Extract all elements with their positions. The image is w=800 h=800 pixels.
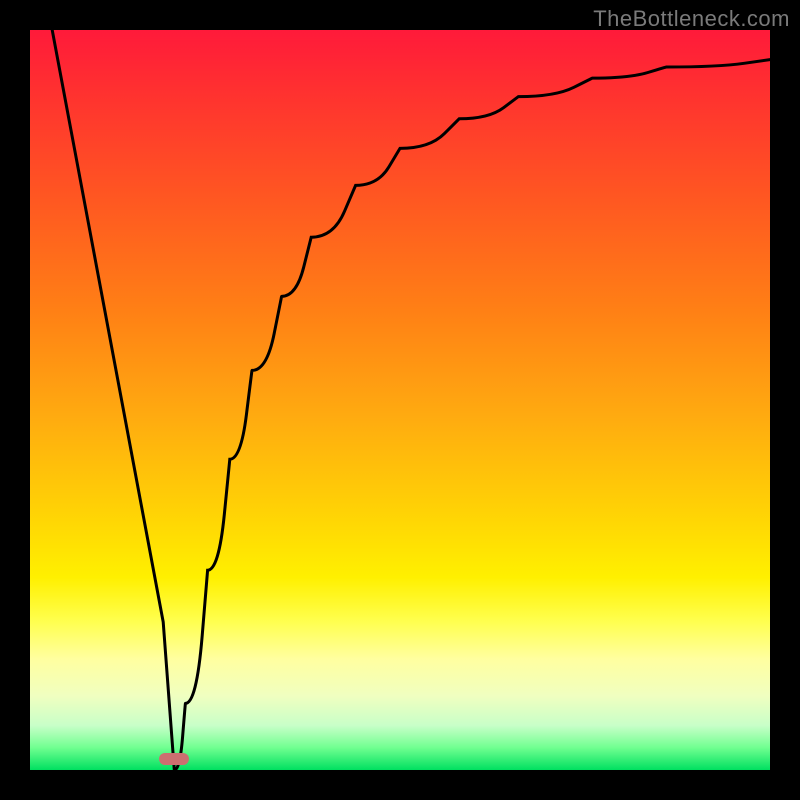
bottleneck-curve-path (52, 30, 770, 770)
optimum-marker (159, 753, 189, 765)
chart-plot-area (30, 30, 770, 770)
curve-svg (30, 30, 770, 770)
watermark-text: TheBottleneck.com (593, 6, 790, 32)
